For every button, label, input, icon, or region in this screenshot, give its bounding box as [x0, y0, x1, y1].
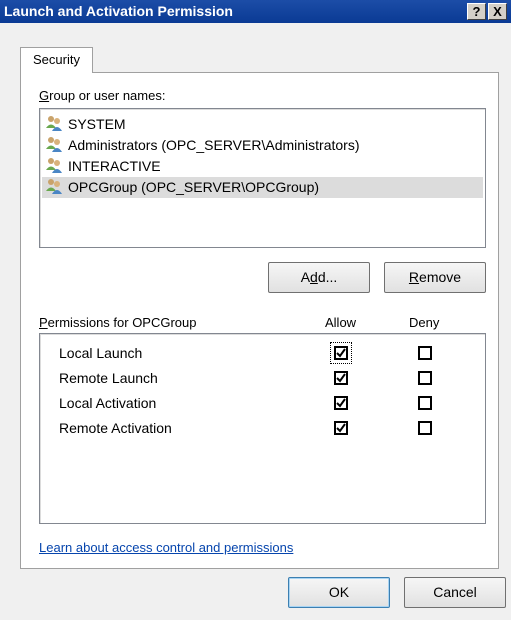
permission-row: Remote Launch: [40, 366, 485, 391]
deny-checkbox[interactable]: [418, 346, 432, 360]
window-title: Launch and Activation Permission: [4, 3, 233, 19]
user-group-icon: [44, 157, 64, 175]
tab-security[interactable]: Security: [20, 47, 93, 73]
user-group-icon: [44, 115, 64, 133]
allow-checkbox[interactable]: [334, 371, 348, 385]
allow-column-header: Allow: [325, 315, 357, 330]
list-item[interactable]: INTERACTIVE: [42, 156, 483, 177]
permission-name: Remote Launch: [59, 370, 158, 386]
allow-checkbox[interactable]: [334, 396, 348, 410]
title-bar[interactable]: Launch and Activation Permission ? X: [0, 0, 511, 23]
close-button[interactable]: X: [488, 3, 507, 20]
learn-more-link[interactable]: Learn about access control and permissio…: [39, 540, 293, 555]
help-button[interactable]: ?: [467, 3, 486, 20]
allow-checkbox[interactable]: [334, 346, 348, 360]
allow-checkbox[interactable]: [334, 421, 348, 435]
user-name: INTERACTIVE: [68, 158, 161, 174]
checkmark-icon: [336, 348, 346, 358]
permission-row: Local Launch: [40, 341, 485, 366]
checkmark-icon: [336, 398, 346, 408]
list-item[interactable]: Administrators (OPC_SERVER\Administrator…: [42, 135, 483, 156]
group-or-user-names-label: Group or user names:: [39, 88, 166, 103]
list-item[interactable]: SYSTEM: [42, 114, 483, 135]
deny-checkbox[interactable]: [418, 421, 432, 435]
remove-button[interactable]: Remove: [384, 262, 486, 293]
cancel-button[interactable]: Cancel: [404, 577, 506, 608]
user-name: Administrators (OPC_SERVER\Administrator…: [68, 137, 360, 153]
permission-name: Local Activation: [59, 395, 157, 411]
permission-row: Remote Activation: [40, 416, 485, 441]
user-group-icon: [44, 178, 64, 196]
deny-checkbox[interactable]: [418, 371, 432, 385]
permission-name: Local Launch: [59, 345, 143, 361]
user-name: OPCGroup (OPC_SERVER\OPCGroup): [68, 179, 320, 195]
deny-checkbox[interactable]: [418, 396, 432, 410]
user-group-icon: [44, 136, 64, 154]
list-item-selected[interactable]: OPCGroup (OPC_SERVER\OPCGroup): [42, 177, 483, 198]
ok-button[interactable]: OK: [288, 577, 390, 608]
deny-column-header: Deny: [409, 315, 440, 330]
permissions-for-label: Permissions for OPCGroup: [39, 315, 197, 330]
add-button[interactable]: Add...: [268, 262, 370, 293]
permission-name: Remote Activation: [59, 420, 172, 436]
user-list[interactable]: SYSTEM Administrators (OPC_SERVER\Admini…: [39, 108, 486, 248]
user-name: SYSTEM: [68, 116, 126, 132]
checkmark-icon: [336, 423, 346, 433]
dialog-window: Launch and Activation Permission ? X Sec…: [0, 0, 511, 620]
permission-row: Local Activation: [40, 391, 485, 416]
checkmark-icon: [336, 373, 346, 383]
permissions-list: Local Launch Remote Launch Local Activat…: [39, 333, 486, 524]
